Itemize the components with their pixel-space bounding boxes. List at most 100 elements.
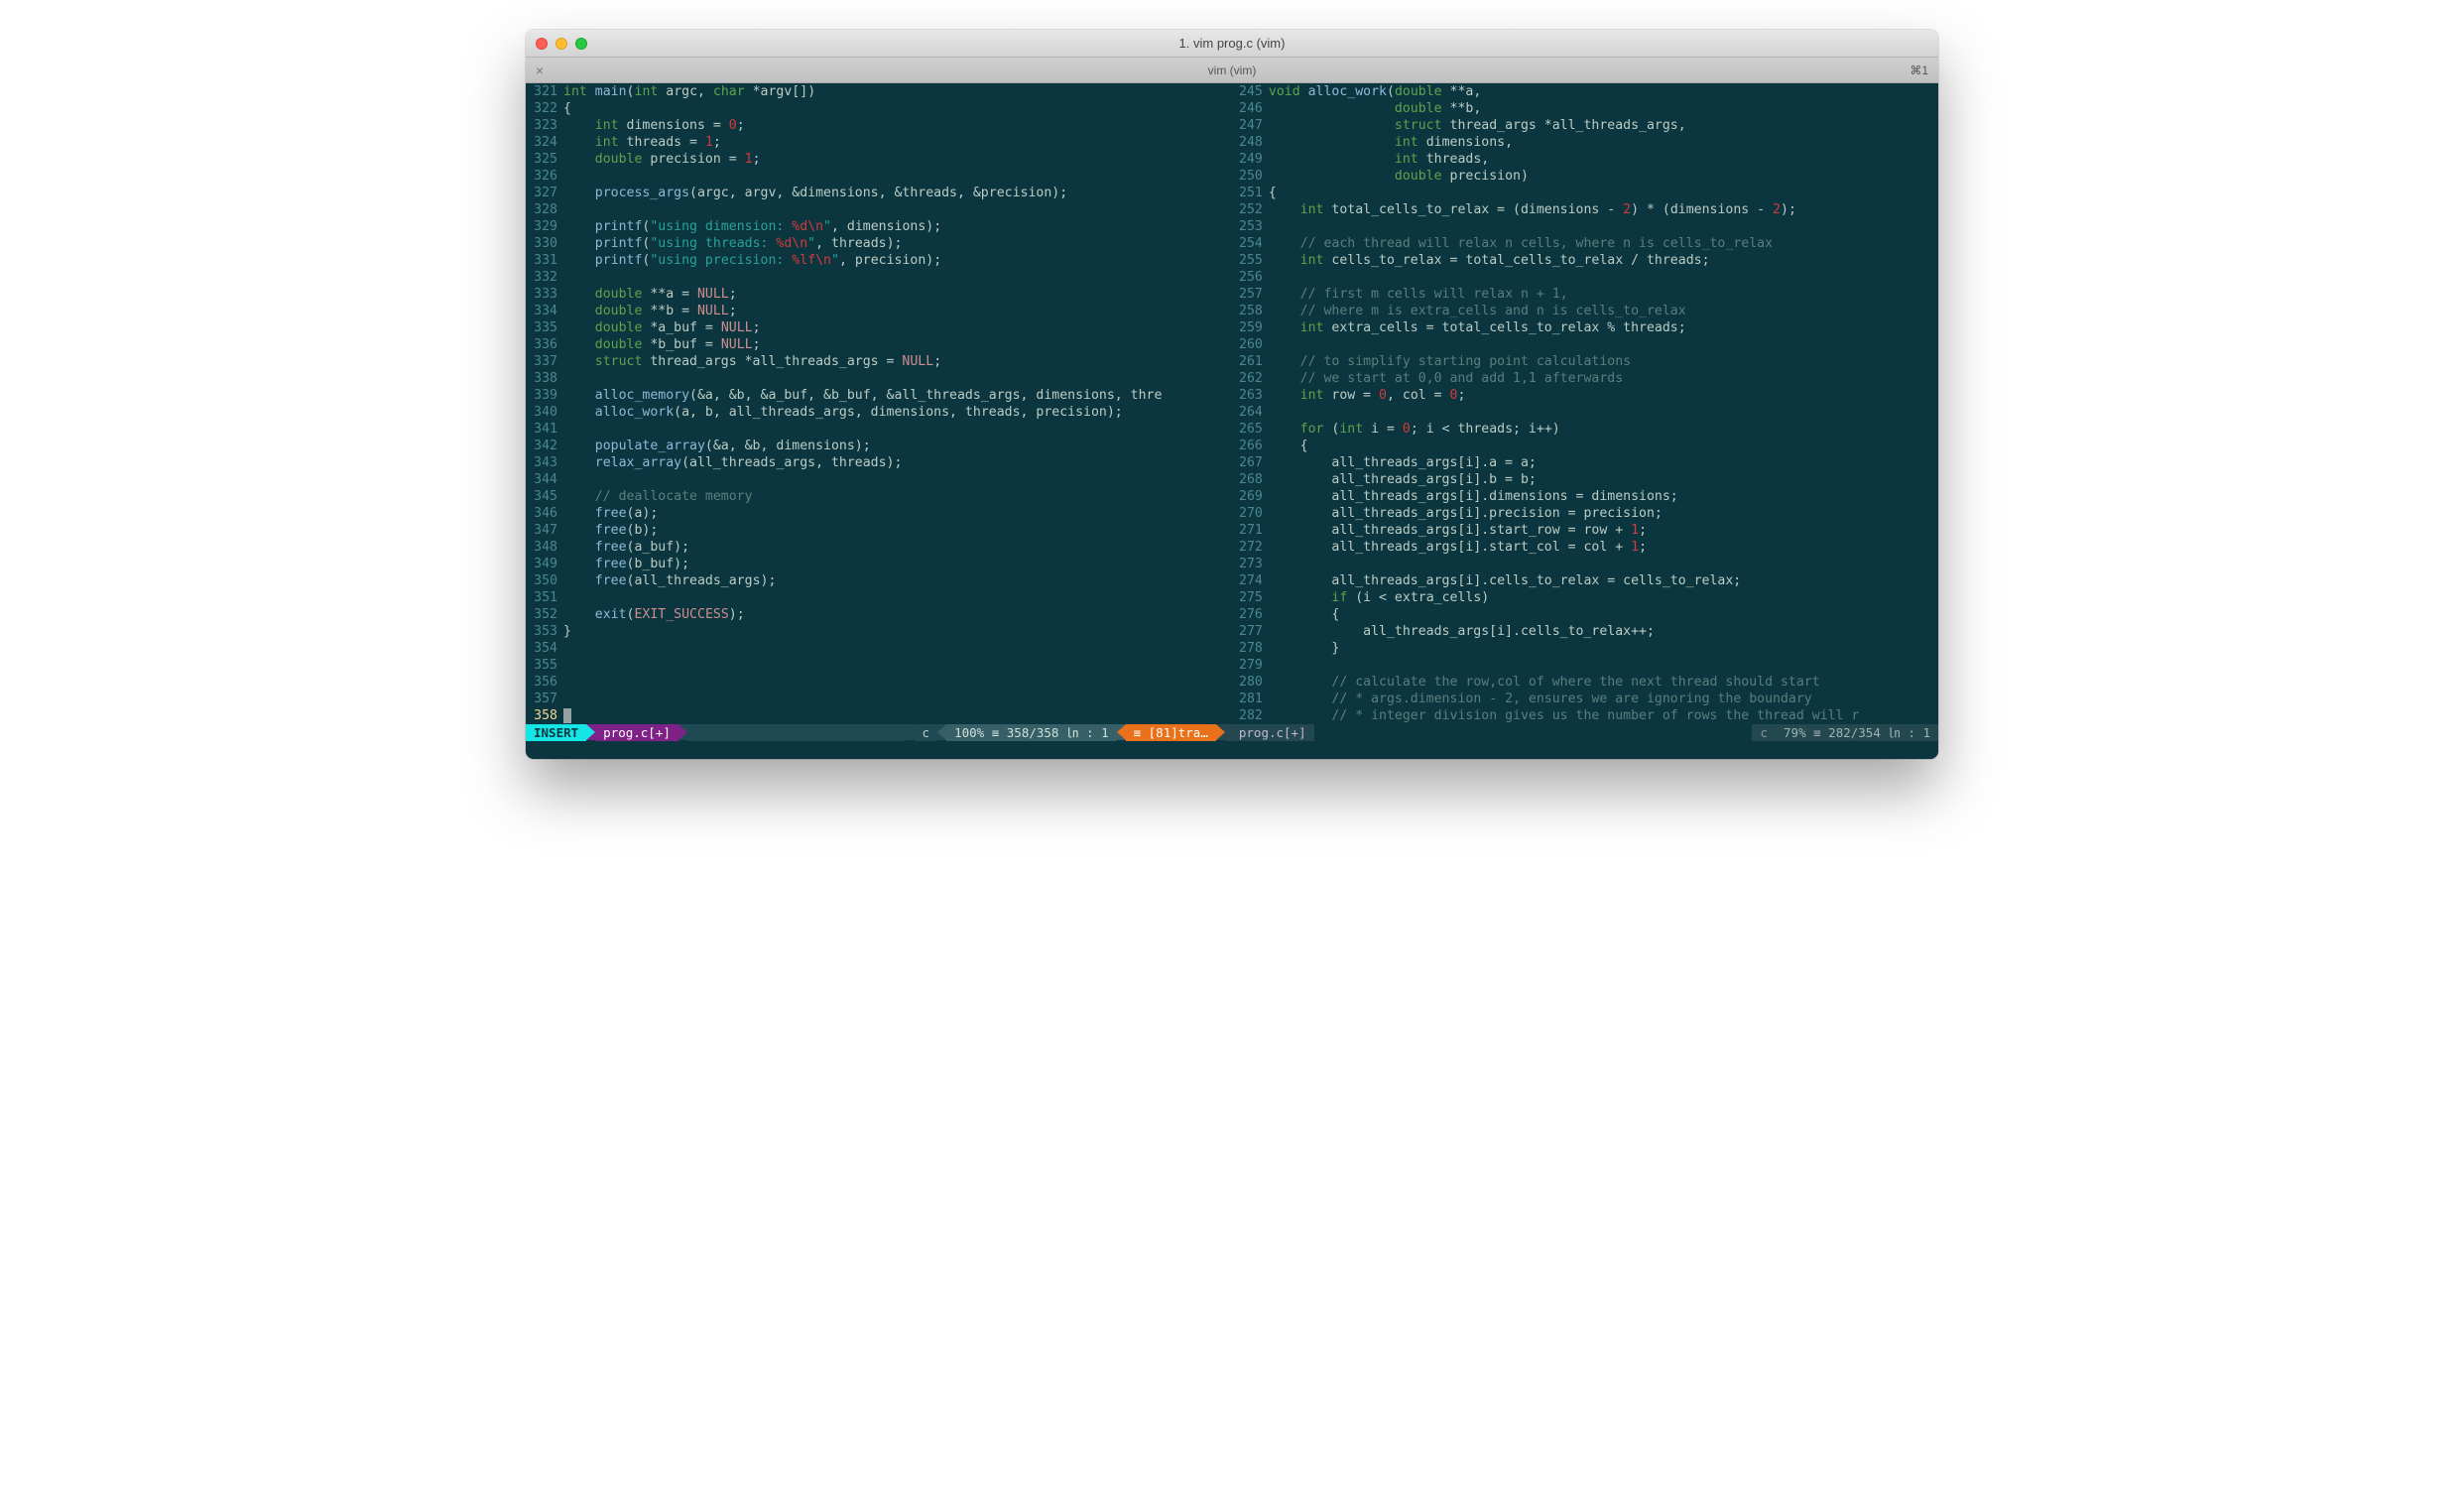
code-content[interactable]: struct thread_args *all_threads_args, (1269, 117, 1938, 134)
code-content[interactable]: all_threads_args[i].a = a; (1269, 454, 1938, 471)
code-content[interactable]: double precision) (1269, 168, 1938, 185)
code-line[interactable]: 257 // first m cells will relax n + 1, (1231, 286, 1938, 303)
command-line-area[interactable] (526, 741, 1938, 759)
code-line[interactable]: 270 all_threads_args[i].precision = prec… (1231, 505, 1938, 522)
code-line[interactable]: 340 alloc_work(a, b, all_threads_args, d… (526, 404, 1225, 421)
code-line[interactable]: 324 int threads = 1; (526, 134, 1225, 151)
code-line[interactable]: 329 printf("using dimension: %d\n", dime… (526, 218, 1225, 235)
code-line[interactable]: 355 (526, 657, 1225, 674)
code-line[interactable]: 264 (1231, 404, 1938, 421)
code-content[interactable]: int row = 0, col = 0; (1269, 387, 1938, 404)
code-line[interactable]: 262 // we start at 0,0 and add 1,1 after… (1231, 370, 1938, 387)
code-content[interactable]: all_threads_args[i].cells_to_relax = cel… (1269, 572, 1938, 589)
code-line[interactable]: 279 (1231, 657, 1938, 674)
code-line[interactable]: 273 (1231, 556, 1938, 572)
code-line[interactable]: 274 all_threads_args[i].cells_to_relax =… (1231, 572, 1938, 589)
code-content[interactable]: // we start at 0,0 and add 1,1 afterward… (1269, 370, 1938, 387)
close-icon[interactable] (536, 38, 548, 50)
code-line[interactable]: 277 all_threads_args[i].cells_to_relax++… (1231, 623, 1938, 640)
code-content[interactable]: free(a_buf); (563, 539, 1225, 556)
code-content[interactable]: all_threads_args[i].dimensions = dimensi… (1269, 488, 1938, 505)
code-content[interactable]: struct thread_args *all_threads_args = N… (563, 353, 1225, 370)
code-line[interactable]: 331 printf("using precision: %lf\n", pre… (526, 252, 1225, 269)
code-line[interactable]: 245void alloc_work(double **a, (1231, 83, 1938, 100)
code-content[interactable]: free(a); (563, 505, 1225, 522)
code-content[interactable]: int total_cells_to_relax = (dimensions -… (1269, 201, 1938, 218)
code-line[interactable]: 344 (526, 471, 1225, 488)
code-line[interactable]: 248 int dimensions, (1231, 134, 1938, 151)
code-line[interactable]: 278 } (1231, 640, 1938, 657)
code-content[interactable]: free(all_threads_args); (563, 572, 1225, 589)
code-content[interactable]: int dimensions = 0; (563, 117, 1225, 134)
code-content[interactable]: free(b_buf); (563, 556, 1225, 572)
code-content[interactable] (563, 657, 1225, 674)
code-content[interactable] (563, 421, 1225, 438)
code-content[interactable]: double **b = NULL; (563, 303, 1225, 319)
code-content[interactable]: all_threads_args[i].start_col = col + 1; (1269, 539, 1938, 556)
code-line[interactable]: 353} (526, 623, 1225, 640)
code-line[interactable]: 349 free(b_buf); (526, 556, 1225, 572)
right-pane[interactable]: 245void alloc_work(double **a,246 double… (1231, 83, 1938, 724)
code-content[interactable]: { (563, 100, 1225, 117)
code-content[interactable]: // to simplify starting point calculatio… (1269, 353, 1938, 370)
code-content[interactable] (563, 201, 1225, 218)
code-line[interactable]: 347 free(b); (526, 522, 1225, 539)
code-line[interactable]: 258 // where m is extra_cells and n is c… (1231, 303, 1938, 319)
code-line[interactable]: 249 int threads, (1231, 151, 1938, 168)
code-line[interactable]: 341 (526, 421, 1225, 438)
code-line[interactable]: 339 alloc_memory(&a, &b, &a_buf, &b_buf,… (526, 387, 1225, 404)
code-content[interactable] (1269, 269, 1938, 286)
code-content[interactable] (563, 674, 1225, 691)
code-content[interactable]: exit(EXIT_SUCCESS); (563, 606, 1225, 623)
code-content[interactable]: alloc_memory(&a, &b, &a_buf, &b_buf, &al… (563, 387, 1225, 404)
code-content[interactable] (563, 707, 1225, 724)
code-content[interactable]: if (i < extra_cells) (1269, 589, 1938, 606)
code-line[interactable]: 269 all_threads_args[i].dimensions = dim… (1231, 488, 1938, 505)
code-line[interactable]: 254 // each thread will relax n cells, w… (1231, 235, 1938, 252)
code-line[interactable]: 251{ (1231, 185, 1938, 201)
tab-bar[interactable]: × vim (vim) ⌘1 (526, 58, 1938, 83)
code-content[interactable] (563, 589, 1225, 606)
terminal-body[interactable]: 321int main(int argc, char *argv[])322{3… (526, 83, 1938, 759)
code-content[interactable] (1269, 218, 1938, 235)
code-content[interactable]: populate_array(&a, &b, dimensions); (563, 438, 1225, 454)
code-content[interactable]: // calculate the row,col of where the ne… (1269, 674, 1938, 691)
code-line[interactable]: 335 double *a_buf = NULL; (526, 319, 1225, 336)
code-line[interactable]: 350 free(all_threads_args); (526, 572, 1225, 589)
code-content[interactable] (563, 370, 1225, 387)
code-line[interactable]: 281 // * args.dimension - 2, ensures we … (1231, 691, 1938, 707)
code-line[interactable]: 260 (1231, 336, 1938, 353)
code-line[interactable]: 261 // to simplify starting point calcul… (1231, 353, 1938, 370)
zoom-icon[interactable] (575, 38, 587, 50)
code-line[interactable]: 252 int total_cells_to_relax = (dimensio… (1231, 201, 1938, 218)
code-content[interactable]: } (1269, 640, 1938, 657)
code-line[interactable]: 272 all_threads_args[i].start_col = col … (1231, 539, 1938, 556)
code-line[interactable]: 337 struct thread_args *all_threads_args… (526, 353, 1225, 370)
code-line[interactable]: 246 double **b, (1231, 100, 1938, 117)
code-line[interactable]: 265 for (int i = 0; i < threads; i++) (1231, 421, 1938, 438)
code-line[interactable]: 323 int dimensions = 0; (526, 117, 1225, 134)
code-content[interactable]: { (1269, 185, 1938, 201)
code-content[interactable]: printf("using dimension: %d\n", dimensio… (563, 218, 1225, 235)
code-line[interactable]: 327 process_args(argc, argv, &dimensions… (526, 185, 1225, 201)
code-content[interactable]: double *a_buf = NULL; (563, 319, 1225, 336)
code-line[interactable]: 255 int cells_to_relax = total_cells_to_… (1231, 252, 1938, 269)
code-line[interactable]: 263 int row = 0, col = 0; (1231, 387, 1938, 404)
code-content[interactable] (563, 269, 1225, 286)
code-content[interactable]: for (int i = 0; i < threads; i++) (1269, 421, 1938, 438)
code-content[interactable]: printf("using threads: %d\n", threads); (563, 235, 1225, 252)
code-line[interactable]: 271 all_threads_args[i].start_row = row … (1231, 522, 1938, 539)
code-content[interactable] (1269, 657, 1938, 674)
code-line[interactable]: 343 relax_array(all_threads_args, thread… (526, 454, 1225, 471)
code-content[interactable]: } (563, 623, 1225, 640)
code-line[interactable]: 348 free(a_buf); (526, 539, 1225, 556)
code-content[interactable]: // * args.dimension - 2, ensures we are … (1269, 691, 1938, 707)
code-line[interactable]: 326 (526, 168, 1225, 185)
code-line[interactable]: 351 (526, 589, 1225, 606)
code-content[interactable] (1269, 336, 1938, 353)
code-line[interactable]: 354 (526, 640, 1225, 657)
code-content[interactable]: void alloc_work(double **a, (1269, 83, 1938, 100)
left-pane[interactable]: 321int main(int argc, char *argv[])322{3… (526, 83, 1225, 724)
code-content[interactable]: { (1269, 438, 1938, 454)
minimize-icon[interactable] (555, 38, 567, 50)
